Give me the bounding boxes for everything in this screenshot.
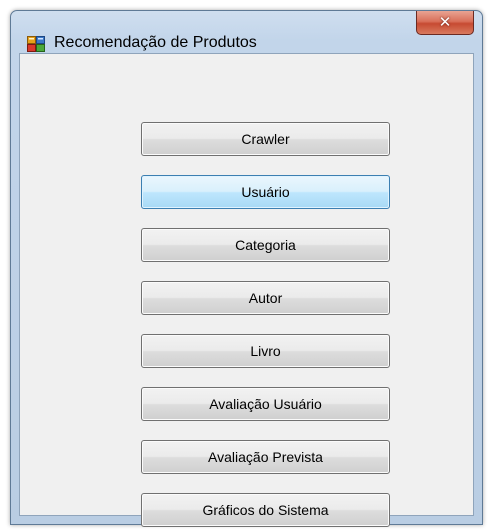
window-title: Recomendação de Produtos	[54, 34, 257, 51]
title-bar[interactable]: Recomendação de Produtos ✕	[11, 11, 482, 52]
main-window: Recomendação de Produtos ✕ Crawler Usuár…	[10, 10, 483, 527]
client-area: Crawler Usuário Categoria Autor Livro Av…	[19, 53, 474, 527]
usuario-button[interactable]: Usuário	[141, 175, 390, 209]
close-icon: ✕	[438, 13, 452, 31]
autor-button[interactable]: Autor	[141, 281, 390, 315]
application-form-icon	[27, 36, 45, 52]
avaliacao-prevista-button[interactable]: Avaliação Prevista	[141, 440, 390, 474]
crawler-button[interactable]: Crawler	[141, 122, 390, 156]
livro-button[interactable]: Livro	[141, 334, 390, 368]
categoria-button[interactable]: Categoria	[141, 228, 390, 262]
graficos-do-sistema-button[interactable]: Gráficos do Sistema	[141, 493, 390, 527]
close-button[interactable]: ✕	[416, 11, 474, 35]
avaliacao-usuario-button[interactable]: Avaliação Usuário	[141, 387, 390, 421]
